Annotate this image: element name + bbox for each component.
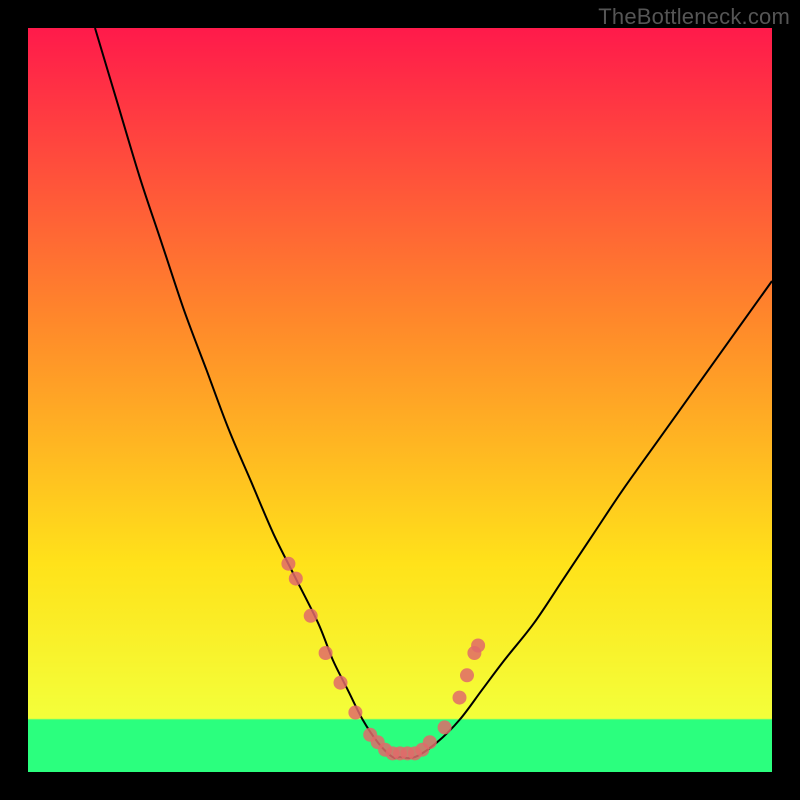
highlight-dot (334, 676, 348, 690)
highlight-dot (348, 706, 362, 720)
chart-outer-frame: TheBottleneck.com (0, 0, 800, 800)
highlight-dot (304, 609, 318, 623)
highlight-dot (438, 720, 452, 734)
chart-plot-area (28, 28, 772, 772)
watermark-label: TheBottleneck.com (598, 4, 790, 30)
highlight-dot (471, 639, 485, 653)
highlight-dot (319, 646, 333, 660)
highlight-dot (289, 572, 303, 586)
highlight-dot (460, 668, 474, 682)
chart-curve-layer (28, 28, 772, 772)
highlight-dot (281, 557, 295, 571)
highlight-dot (423, 735, 437, 749)
highlight-dot (453, 691, 467, 705)
bottleneck-curve (95, 28, 772, 758)
highlight-dots-group (281, 557, 485, 761)
